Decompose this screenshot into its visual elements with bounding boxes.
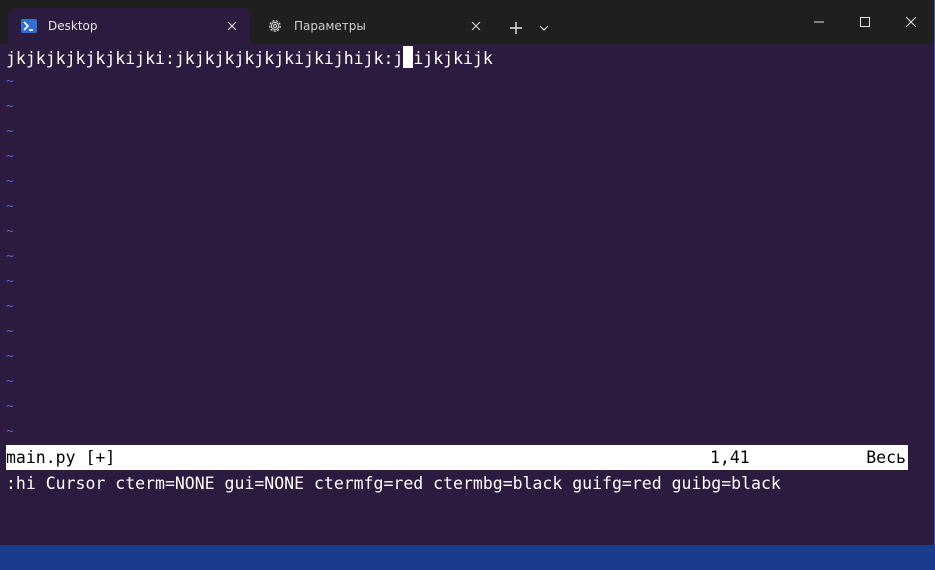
empty-line-marker: ~	[6, 174, 14, 189]
powershell-icon	[20, 17, 38, 35]
empty-line-marker: ~	[6, 249, 14, 264]
status-file-name: main.py [+]	[6, 448, 116, 467]
status-scroll-position: Весь	[866, 448, 906, 467]
close-icon[interactable]	[218, 12, 246, 40]
chevron-down-icon	[539, 25, 549, 31]
gear-icon	[266, 17, 284, 35]
line-text-after-cursor: ijkjkijk	[413, 49, 493, 68]
close-icon[interactable]	[462, 12, 490, 40]
maximize-button[interactable]	[842, 0, 888, 44]
status-cursor-position: 1,41	[710, 448, 750, 467]
new-tab-button[interactable]	[502, 14, 530, 42]
line-text-before-cursor: jkjkjkjkjkjkijki:jkjkjkjkjkjkijkijhijk:j	[6, 49, 404, 68]
tab-settings[interactable]: Параметры	[254, 8, 494, 44]
tab-dropdown-button[interactable]	[532, 14, 556, 42]
plus-icon	[510, 22, 522, 34]
empty-line-marker: ~	[6, 399, 14, 414]
close-window-button[interactable]	[888, 0, 934, 44]
minimize-icon	[814, 21, 824, 23]
minimize-button[interactable]	[796, 0, 842, 44]
empty-line-marker: ~	[6, 99, 14, 114]
terminal-content[interactable]: jkjkjkjkjkjkijki:jkjkjkjkjkjkijkijhijk:j…	[0, 44, 934, 545]
empty-line-marker: ~	[6, 349, 14, 364]
empty-line-marker: ~	[6, 124, 14, 139]
empty-line-marker: ~	[6, 374, 14, 389]
empty-line-marker: ~	[6, 224, 14, 239]
empty-line-marker: ~	[6, 424, 14, 439]
empty-line-marker: ~	[6, 149, 14, 164]
vim-command-line[interactable]: :hi Cursor cterm=NONE gui=NONE ctermfg=r…	[6, 471, 781, 496]
tab-desktop[interactable]: Desktop	[8, 8, 250, 44]
empty-line-marker: ~	[6, 274, 14, 289]
empty-line-marker: ~	[6, 74, 14, 89]
empty-line-marker: ~	[6, 299, 14, 314]
empty-line-marker: ~	[6, 199, 14, 214]
tab-label: Desktop	[48, 19, 98, 33]
vim-status-line: main.py [+] 1,41 Весь	[6, 445, 908, 470]
tab-label: Параметры	[294, 19, 366, 33]
maximize-icon	[860, 17, 870, 27]
editor-line-1: jkjkjkjkjkjkijki:jkjkjkjkjkjkijkijhijk:j…	[6, 46, 493, 71]
text-cursor	[403, 46, 414, 68]
close-icon	[906, 17, 916, 27]
empty-line-marker: ~	[6, 324, 14, 339]
terminal-window: Desktop Параметры jkjkjkjkjkjkijki:jkjkj…	[0, 0, 935, 545]
title-bar: Desktop Параметры	[0, 0, 934, 44]
